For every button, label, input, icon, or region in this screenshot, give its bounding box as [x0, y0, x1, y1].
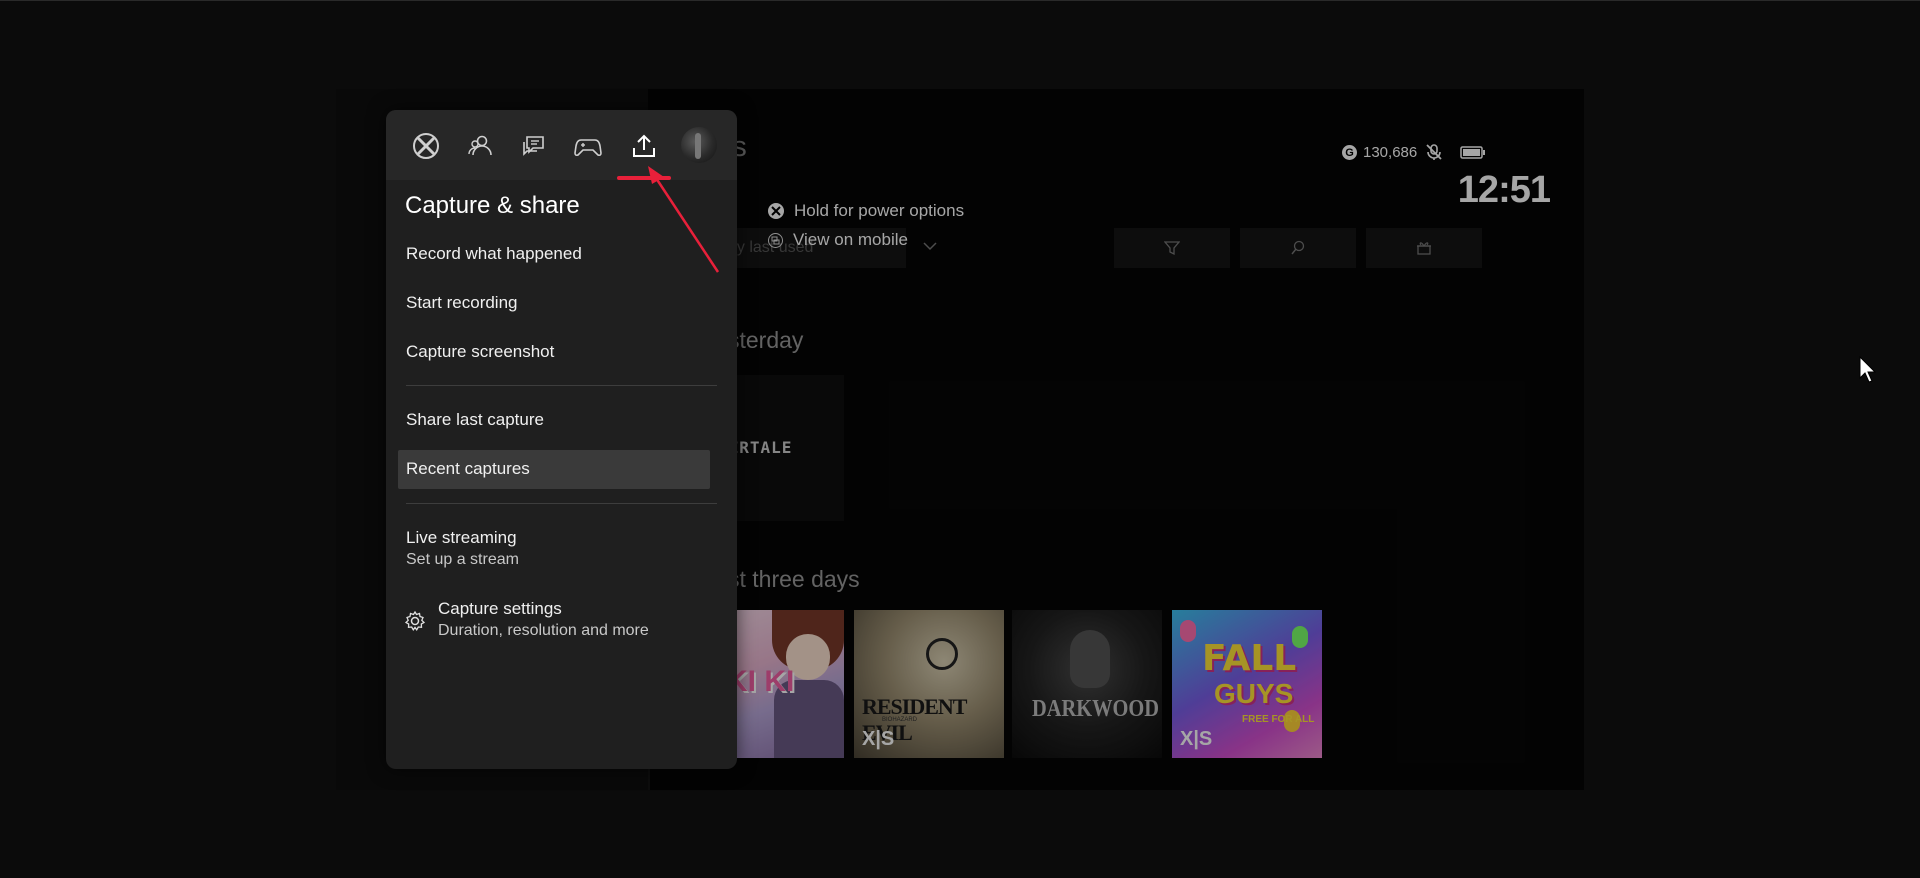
mouse-cursor-icon — [1859, 356, 1877, 383]
tile-title-2: GUYS — [1214, 678, 1294, 709]
start-recording-item[interactable]: Start recording — [406, 293, 518, 313]
power-options-label: Hold for power options — [794, 201, 965, 220]
share-last-capture-item[interactable]: Share last capture — [406, 410, 544, 430]
live-streaming-subtitle: Set up a stream — [406, 551, 519, 568]
view-button-icon — [768, 232, 783, 248]
bean-figure — [1180, 620, 1196, 642]
view-on-mobile-hint: View on mobile — [768, 230, 908, 250]
tile-figure — [1070, 630, 1110, 688]
gamerscore-value: 130,686 — [1363, 144, 1418, 161]
game-tile-darkwood[interactable]: DARKWOOD — [1012, 610, 1162, 758]
guide-panel: Capture & share Record what happened Sta… — [386, 110, 737, 769]
tile-title: DARKWOOD — [1032, 696, 1159, 722]
capture-screenshot-item[interactable]: Capture screenshot — [406, 342, 554, 362]
tab-xbox-home[interactable] — [408, 128, 444, 164]
gear-icon — [404, 610, 426, 631]
mic-muted-icon — [1426, 144, 1442, 160]
tile-tagline: FREE FOR ALL — [1242, 714, 1315, 725]
tab-capture-share[interactable] — [626, 128, 662, 164]
clock: 12:51 — [1457, 169, 1551, 211]
filter-button[interactable] — [1114, 228, 1230, 268]
active-tab-indicator — [617, 176, 671, 180]
game-tile-resident-evil-7[interactable]: RESIDENT EVIL BIOHAZARD X|S — [854, 610, 1004, 758]
view-on-mobile-label: View on mobile — [793, 230, 908, 249]
menu-divider — [406, 385, 717, 386]
search-button[interactable] — [1240, 228, 1356, 268]
xbox-logo-icon — [413, 133, 439, 159]
guide-title: Capture & share — [405, 192, 580, 219]
people-icon — [468, 135, 492, 156]
chat-icon — [523, 136, 544, 156]
live-streaming-title: Live streaming — [406, 528, 517, 547]
guide-tab-bar — [386, 110, 737, 180]
xs-badge: X|S — [862, 728, 895, 750]
tab-multiplayer[interactable] — [570, 128, 606, 164]
tile-title: FALL — [1202, 638, 1297, 679]
live-streaming-item[interactable]: Live streaming Set up a stream — [406, 528, 519, 569]
gift-store-icon — [1417, 242, 1431, 255]
filter-icon — [1164, 241, 1180, 256]
game-tile-doki-doki[interactable]: KI KI — [724, 610, 844, 758]
controller-icon — [574, 139, 602, 157]
tile-emblem — [926, 638, 958, 670]
xbox-button-icon — [768, 203, 784, 219]
game-tile-undertale[interactable]: DERTALE — [724, 375, 844, 521]
search-icon — [1291, 240, 1305, 255]
tile-subtitle: BIOHAZARD — [882, 717, 918, 723]
gamerscore-icon: G — [1342, 145, 1357, 160]
recent-captures-item[interactable]: Recent captures — [406, 459, 530, 479]
record-what-happened-item[interactable]: Record what happened — [406, 244, 582, 264]
game-tile-fall-guys[interactable]: FALL GUYS FREE FOR ALL X|S — [1172, 610, 1322, 758]
xs-badge: X|S — [1180, 728, 1213, 750]
gamerscore: G 130,686 — [1342, 144, 1417, 161]
power-options-hint: Hold for power options — [768, 201, 964, 221]
share-upload-icon — [633, 134, 655, 157]
capture-settings-subtitle: Duration, resolution and more — [438, 622, 649, 639]
tab-people[interactable] — [462, 128, 498, 164]
manage-button[interactable] — [1366, 228, 1482, 268]
tab-parties-chats[interactable] — [516, 128, 552, 164]
chevron-down-icon — [923, 242, 937, 251]
section-heading-yesterday: sterday — [728, 327, 804, 353]
capture-settings-item[interactable]: Capture settings Duration, resolution an… — [438, 599, 649, 640]
top-border — [0, 0, 1920, 1]
profile-avatar[interactable] — [681, 127, 717, 163]
section-heading-last-three-days: st three days — [728, 566, 860, 592]
battery-icon — [1460, 146, 1485, 159]
capture-settings-title: Capture settings — [438, 599, 562, 618]
menu-divider — [406, 503, 717, 504]
